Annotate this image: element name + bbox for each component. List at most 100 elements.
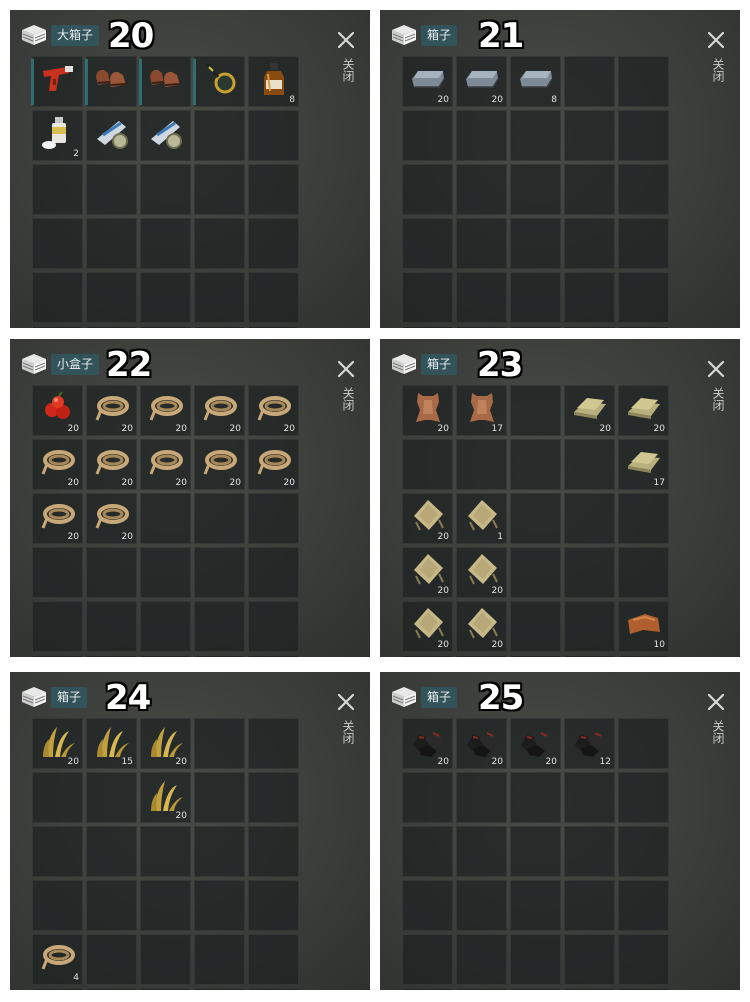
inventory-slot[interactable] <box>86 272 137 323</box>
inventory-slot[interactable] <box>86 218 137 269</box>
inventory-slot[interactable]: 20 <box>402 385 453 436</box>
inventory-slot[interactable] <box>193 56 245 107</box>
inventory-slot[interactable] <box>618 110 669 161</box>
inventory-slot[interactable] <box>510 272 561 323</box>
inventory-slot[interactable] <box>510 988 561 990</box>
inventory-slot[interactable] <box>194 718 245 769</box>
inventory-slot[interactable]: 20 <box>140 439 191 490</box>
inventory-slot[interactable]: 20 <box>140 718 191 769</box>
inventory-slot[interactable] <box>402 826 453 877</box>
inventory-slot[interactable] <box>564 164 615 215</box>
inventory-slot[interactable]: 20 <box>86 385 137 436</box>
inventory-slot[interactable] <box>32 826 83 877</box>
close-label[interactable]: 关闭 <box>711 387 725 411</box>
inventory-slot[interactable] <box>86 934 137 985</box>
inventory-slot[interactable] <box>248 218 299 269</box>
inventory-slot[interactable] <box>86 655 137 657</box>
inventory-slot[interactable] <box>564 110 615 161</box>
inventory-slot[interactable] <box>194 218 245 269</box>
inventory-slot[interactable] <box>86 988 137 990</box>
inventory-slot[interactable] <box>456 826 507 877</box>
inventory-slot[interactable] <box>510 547 561 598</box>
inventory-slot[interactable]: 20 <box>194 385 245 436</box>
inventory-slot[interactable] <box>248 164 299 215</box>
inventory-slot[interactable] <box>140 880 191 931</box>
inventory-slot[interactable] <box>86 826 137 877</box>
inventory-slot[interactable] <box>248 272 299 323</box>
inventory-slot[interactable] <box>194 272 245 323</box>
inventory-slot[interactable] <box>194 934 245 985</box>
inventory-slot[interactable] <box>618 218 669 269</box>
inventory-slot[interactable] <box>32 772 83 823</box>
inventory-slot[interactable] <box>618 164 669 215</box>
inventory-slot[interactable] <box>456 110 507 161</box>
inventory-slot[interactable] <box>510 772 561 823</box>
inventory-slot[interactable]: 20 <box>248 439 299 490</box>
inventory-slot[interactable]: 20 <box>32 385 83 436</box>
inventory-slot[interactable] <box>564 218 615 269</box>
inventory-slot[interactable] <box>86 547 137 598</box>
inventory-slot[interactable] <box>248 772 299 823</box>
inventory-slot[interactable] <box>456 326 507 328</box>
inventory-slot[interactable] <box>248 988 299 990</box>
inventory-slot[interactable]: 20 <box>86 493 137 544</box>
inventory-slot[interactable]: 1 <box>456 493 507 544</box>
inventory-slot[interactable]: 20 <box>32 493 83 544</box>
inventory-slot[interactable] <box>564 547 615 598</box>
inventory-slot[interactable] <box>618 826 669 877</box>
inventory-slot[interactable] <box>248 547 299 598</box>
inventory-slot[interactable] <box>140 272 191 323</box>
inventory-slot[interactable] <box>564 655 615 657</box>
inventory-slot[interactable]: 4 <box>32 934 83 985</box>
close-icon[interactable] <box>336 692 356 712</box>
inventory-slot[interactable] <box>618 272 669 323</box>
inventory-slot[interactable] <box>86 110 137 161</box>
inventory-slot[interactable] <box>194 493 245 544</box>
inventory-slot[interactable] <box>140 547 191 598</box>
inventory-slot[interactable] <box>86 880 137 931</box>
inventory-slot[interactable] <box>564 601 615 652</box>
inventory-slot[interactable]: 20 <box>564 385 615 436</box>
close-icon[interactable] <box>336 30 356 50</box>
close-label[interactable]: 关闭 <box>341 58 355 82</box>
inventory-slot[interactable] <box>194 988 245 990</box>
inventory-slot[interactable] <box>140 326 191 328</box>
inventory-slot[interactable] <box>564 272 615 323</box>
inventory-slot[interactable] <box>248 934 299 985</box>
inventory-slot[interactable] <box>618 655 669 657</box>
inventory-slot[interactable] <box>402 988 453 990</box>
inventory-slot[interactable] <box>402 772 453 823</box>
inventory-slot[interactable] <box>248 110 299 161</box>
inventory-slot[interactable]: 20 <box>140 385 191 436</box>
inventory-slot[interactable]: 20 <box>456 718 507 769</box>
inventory-slot[interactable]: 20 <box>456 601 507 652</box>
inventory-slot[interactable] <box>140 988 191 990</box>
inventory-slot[interactable] <box>194 772 245 823</box>
inventory-slot[interactable]: 20 <box>140 772 191 823</box>
inventory-slot[interactable] <box>456 655 507 657</box>
inventory-slot[interactable] <box>86 772 137 823</box>
inventory-slot[interactable] <box>140 826 191 877</box>
inventory-slot[interactable] <box>456 988 507 990</box>
inventory-slot[interactable] <box>32 601 83 652</box>
inventory-slot[interactable]: 15 <box>86 718 137 769</box>
inventory-slot[interactable]: 12 <box>564 718 615 769</box>
inventory-slot[interactable] <box>402 164 453 215</box>
inventory-slot[interactable] <box>402 110 453 161</box>
close-label[interactable]: 关闭 <box>711 720 725 744</box>
inventory-slot[interactable] <box>564 56 615 107</box>
inventory-slot[interactable] <box>140 934 191 985</box>
inventory-slot[interactable] <box>140 655 191 657</box>
inventory-slot[interactable] <box>618 326 669 328</box>
inventory-slot[interactable]: 20 <box>456 56 507 107</box>
inventory-slot[interactable] <box>402 934 453 985</box>
inventory-slot[interactable] <box>564 439 615 490</box>
inventory-slot[interactable] <box>32 547 83 598</box>
inventory-slot[interactable] <box>510 164 561 215</box>
inventory-slot[interactable] <box>139 56 191 107</box>
inventory-slot[interactable] <box>194 164 245 215</box>
inventory-slot[interactable] <box>140 164 191 215</box>
inventory-slot[interactable] <box>618 880 669 931</box>
inventory-slot[interactable] <box>456 164 507 215</box>
inventory-slot[interactable]: 20 <box>86 439 137 490</box>
